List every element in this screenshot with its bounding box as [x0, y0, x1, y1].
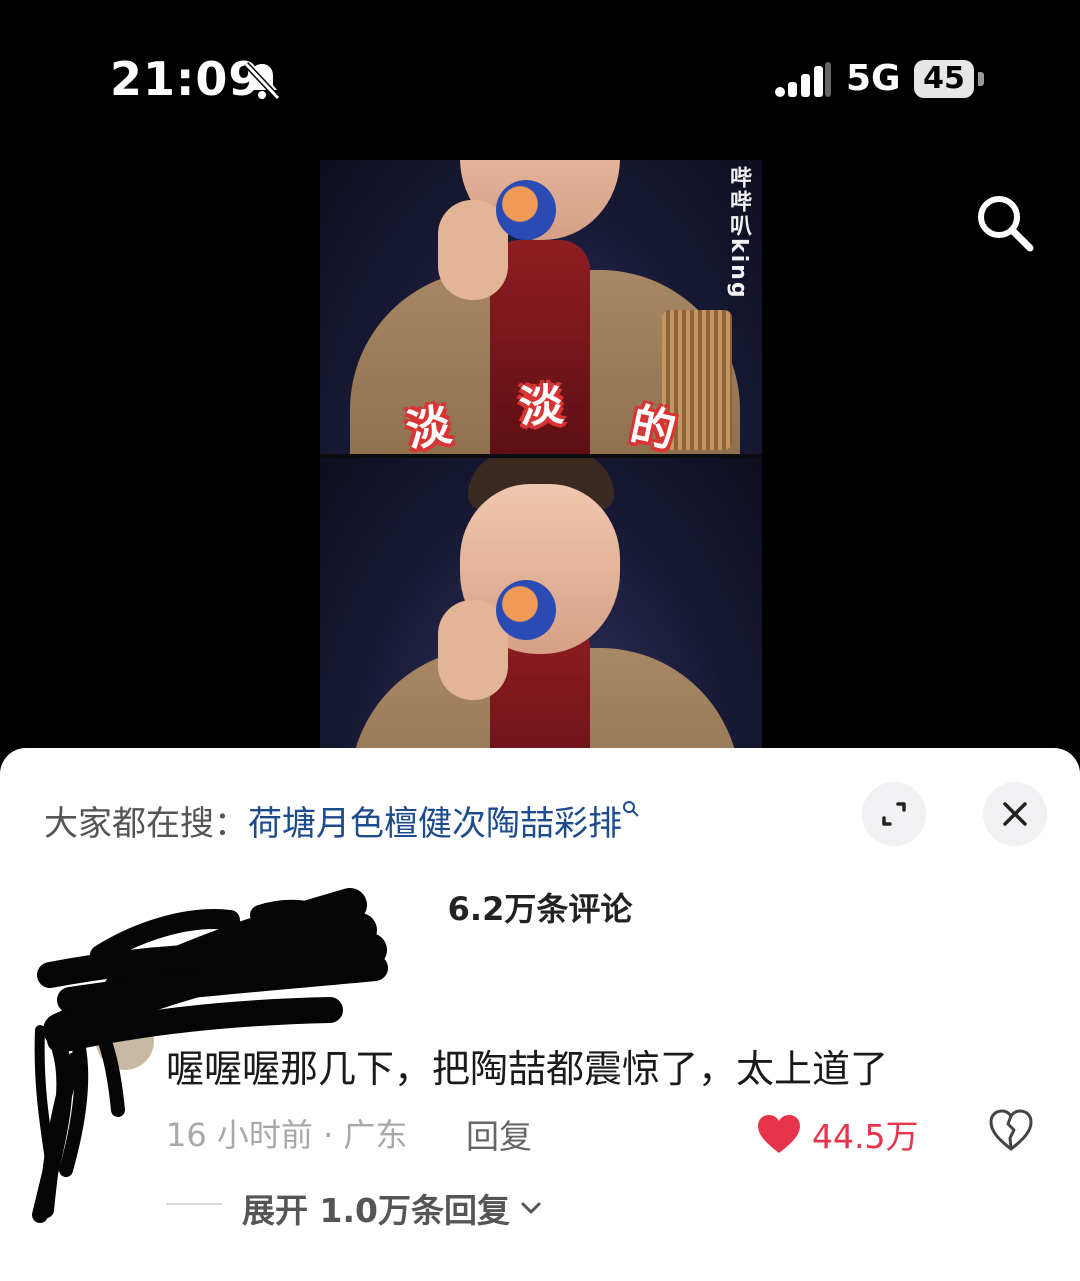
broken-heart-icon[interactable]	[988, 1108, 1034, 1152]
comment-sheet: 大家都在搜：荷塘月色檀健次陶喆彩排 6.2万条评论 喔喔喔那几下，把陶喆都震惊了…	[0, 748, 1080, 1281]
video-frame-bottom	[320, 458, 762, 750]
close-button[interactable]	[983, 782, 1047, 846]
status-bar: 21:09 5G 45	[0, 0, 1080, 160]
expand-replies-label: 展开 1.0万条回复	[242, 1191, 510, 1230]
status-time: 21:09	[110, 52, 262, 106]
expand-icon	[882, 802, 906, 826]
like-button[interactable]: 44.5万	[756, 1110, 918, 1158]
bell-muted-icon	[243, 61, 281, 101]
battery-icon: 45	[914, 60, 974, 98]
microphone	[496, 580, 556, 640]
expand-divider	[166, 1203, 222, 1205]
video-watermark: 哔哔叭king	[726, 166, 751, 300]
signal-icon	[775, 62, 831, 97]
search-small-icon	[623, 801, 639, 817]
video-frame-top: 哔哔叭king 淡 淡 的	[320, 160, 762, 454]
caption-char: 的	[626, 398, 680, 454]
close-icon	[1003, 802, 1027, 826]
comment-count: 6.2万条评论	[447, 890, 633, 928]
network-type: 5G	[846, 58, 901, 99]
like-count: 44.5万	[812, 1117, 919, 1156]
battery-tip	[978, 72, 984, 86]
heart-icon	[758, 1115, 800, 1153]
avatar[interactable]	[96, 1012, 154, 1070]
reply-button[interactable]: 回复	[466, 1110, 532, 1158]
caption-char: 淡	[517, 379, 566, 434]
comment-time-location: 16 小时前 · 广东	[166, 1116, 408, 1154]
comment-text[interactable]: 喔喔喔那几下，把陶喆都震惊了，太上道了	[166, 1038, 888, 1093]
expand-replies-button[interactable]: 展开 1.0万条回复	[242, 1184, 544, 1232]
caption-char: 淡	[402, 399, 455, 454]
chevron-down-icon	[521, 1202, 541, 1214]
trending-query[interactable]: 荷塘月色檀健次陶喆彩排	[248, 804, 622, 844]
trending-label: 大家都在搜：	[44, 804, 248, 844]
search-icon[interactable]	[972, 190, 1036, 254]
expand-button[interactable]	[862, 782, 926, 846]
video-player[interactable]: 哔哔叭king 淡 淡 的	[320, 160, 762, 750]
video-caption: 淡 淡 的	[403, 380, 680, 454]
trending-search[interactable]: 大家都在搜：荷塘月色檀健次陶喆彩排	[44, 796, 640, 845]
microphone	[496, 180, 556, 240]
